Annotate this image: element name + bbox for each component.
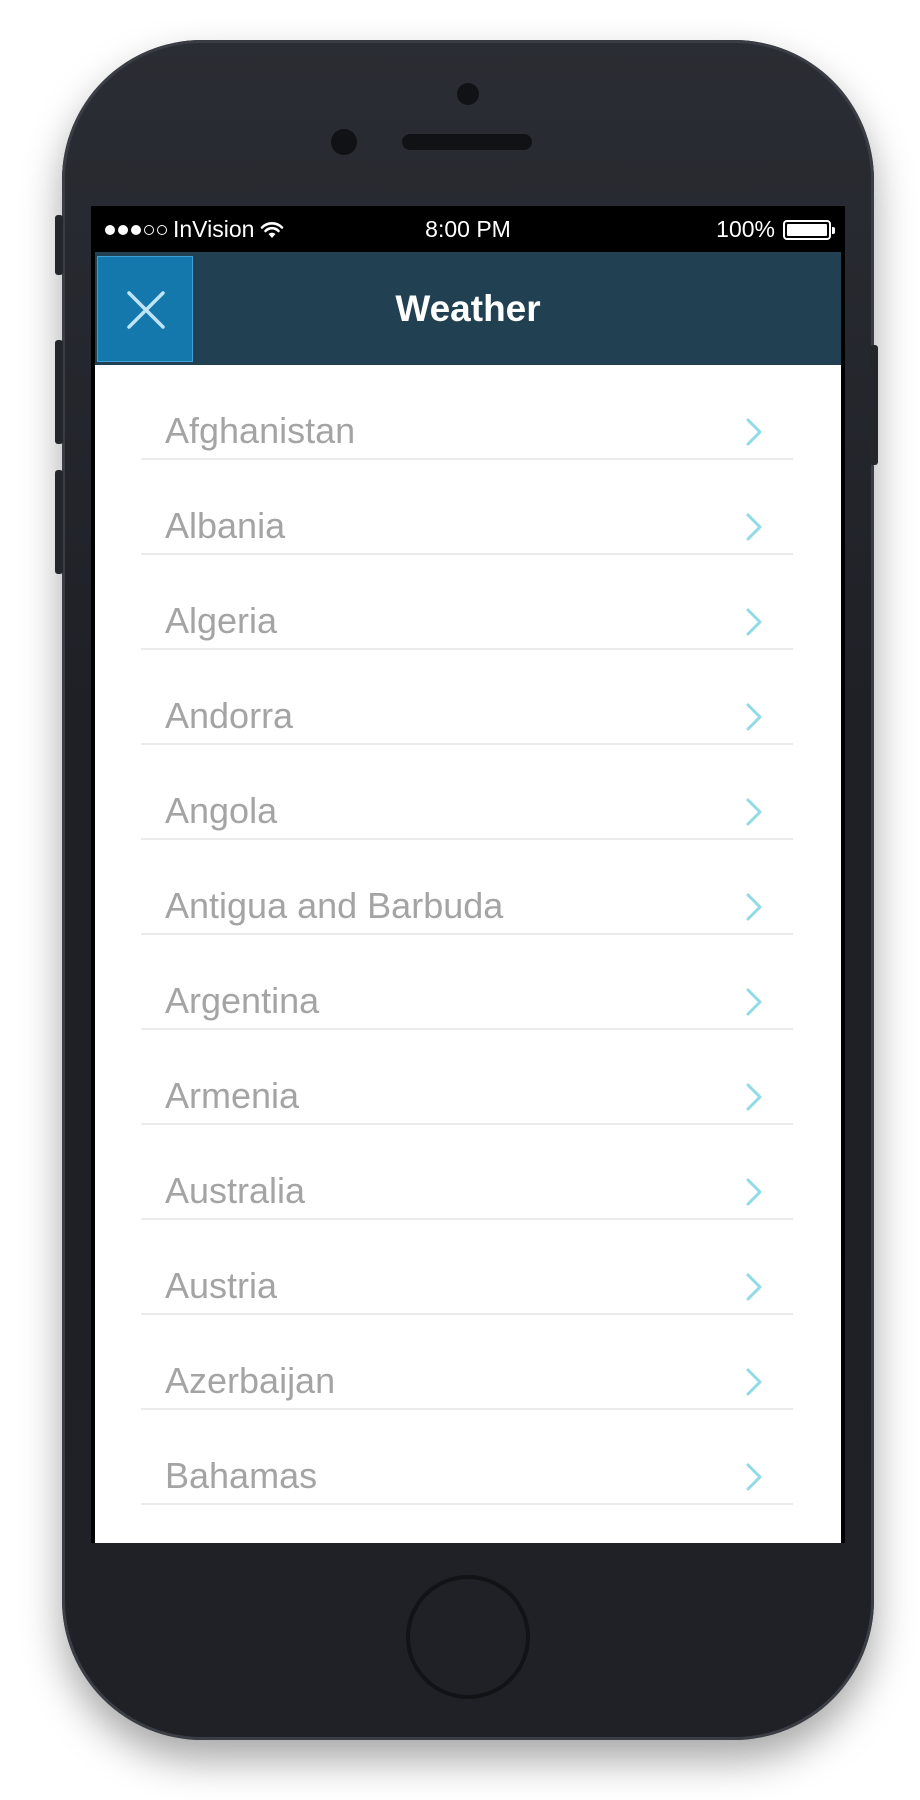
- country-list: Afghanistan Albania Algeria Andorra Angola An…: [141, 365, 793, 1505]
- list-item[interactable]: Bahamas: [141, 1410, 793, 1505]
- chevron-right-icon: [746, 1463, 762, 1491]
- battery-icon: [783, 219, 835, 240]
- list-item[interactable]: Antigua and Barbuda: [141, 840, 793, 935]
- list-item[interactable]: Albania: [141, 460, 793, 555]
- page-title: Weather: [395, 288, 541, 329]
- volume-down-button: [55, 470, 63, 574]
- chevron-right-icon: [746, 1083, 762, 1111]
- chevron-right-icon: [746, 608, 762, 636]
- nav-header: Weather: [95, 252, 841, 365]
- earpiece-speaker: [402, 134, 532, 150]
- chevron-right-icon: [746, 703, 762, 731]
- power-button: [870, 345, 878, 465]
- silent-switch: [55, 215, 63, 275]
- country-label: Afghanistan: [165, 410, 356, 451]
- chevron-right-icon: [746, 893, 762, 921]
- chevron-right-icon: [746, 418, 762, 446]
- status-right: 100%: [716, 216, 835, 243]
- chevron-right-icon: [746, 1273, 762, 1301]
- list-item[interactable]: Azerbaijan: [141, 1315, 793, 1410]
- list-item[interactable]: Austria: [141, 1220, 793, 1315]
- list-item[interactable]: Afghanistan: [141, 365, 793, 460]
- list-item[interactable]: Armenia: [141, 1030, 793, 1125]
- volume-up-button: [55, 340, 63, 444]
- chevron-right-icon: [746, 513, 762, 541]
- chevron-right-icon: [746, 1178, 762, 1206]
- country-label: Antigua and Barbuda: [165, 885, 504, 926]
- country-label: Azerbaijan: [165, 1360, 336, 1401]
- country-label: Austria: [165, 1265, 278, 1306]
- country-label: Albania: [165, 505, 286, 546]
- front-camera: [331, 129, 357, 155]
- chevron-right-icon: [746, 988, 762, 1016]
- country-label: Bahamas: [165, 1455, 318, 1496]
- list-item[interactable]: Angola: [141, 745, 793, 840]
- list-item[interactable]: Andorra: [141, 650, 793, 745]
- phone-screen: InVision 8:00 PM 100% Weather Afghanista…: [91, 206, 845, 1543]
- country-label: Armenia: [165, 1075, 300, 1116]
- chevron-right-icon: [746, 1368, 762, 1396]
- home-button[interactable]: [406, 1575, 530, 1699]
- proximity-sensor: [457, 83, 479, 105]
- country-label: Algeria: [165, 600, 278, 641]
- status-bar: InVision 8:00 PM 100%: [91, 206, 845, 252]
- country-label: Andorra: [165, 695, 294, 736]
- list-item[interactable]: Argentina: [141, 935, 793, 1030]
- weather-app: Weather Afghanistan Albania Algeria Andorra…: [95, 252, 841, 1543]
- battery-percentage: 100%: [716, 216, 775, 242]
- country-label: Australia: [165, 1170, 306, 1211]
- country-label: Argentina: [165, 980, 320, 1021]
- chevron-right-icon: [746, 798, 762, 826]
- list-item[interactable]: Australia: [141, 1125, 793, 1220]
- country-label: Angola: [165, 790, 278, 831]
- list-item[interactable]: Algeria: [141, 555, 793, 650]
